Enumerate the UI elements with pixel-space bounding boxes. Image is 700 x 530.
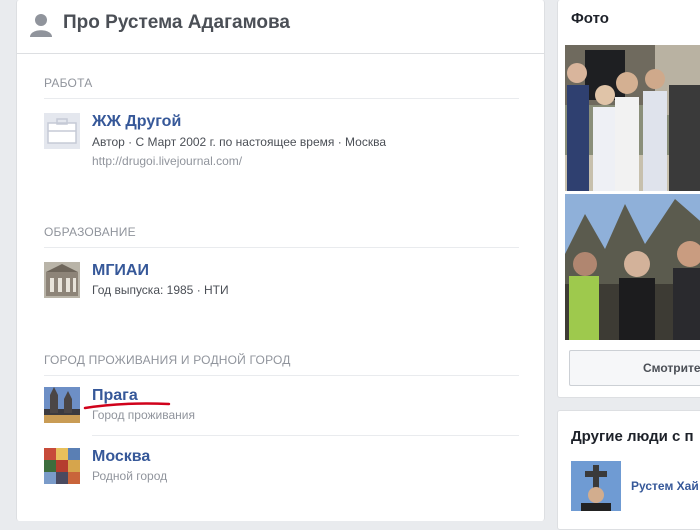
other-people-heading: Другие люди с п xyxy=(571,428,694,445)
photos-heading[interactable]: Фото xyxy=(571,10,609,27)
page-title: Про Рустема Адагамова xyxy=(63,12,290,33)
about-header: Про Рустема Адагамова xyxy=(17,0,544,54)
see-all-photos-button[interactable]: Смотрите xyxy=(569,350,700,386)
photo-group-park[interactable] xyxy=(565,194,700,340)
education-entry: МГИАИ Год выпуска: 1985 · НТИ xyxy=(44,262,519,302)
person-avatar[interactable] xyxy=(571,461,621,511)
work-section-title: РАБОТА xyxy=(44,76,519,99)
red-underline-annotation xyxy=(83,402,171,410)
person-icon xyxy=(30,14,52,37)
about-card: Про Рустема Адагамова РАБОТА ЖЖ Другой А… xyxy=(16,0,545,521)
photo-group-street[interactable] xyxy=(565,45,700,191)
other-people-card: Другие люди с п Рустем Хай xyxy=(557,410,700,530)
moscow-subtitle: Родной город xyxy=(92,469,168,483)
photos-card: Фото Смотрите xyxy=(557,0,700,398)
work-url-link[interactable]: http://drugoi.livejournal.com/ xyxy=(92,154,242,168)
places-divider xyxy=(92,435,519,436)
education-details: Год выпуска: 1985 · НТИ xyxy=(92,283,229,297)
work-entry: ЖЖ Другой Автор · С Март 2002 г. по наст… xyxy=(44,113,519,173)
moscow-link[interactable]: Москва xyxy=(92,448,150,466)
work-title-link[interactable]: ЖЖ Другой xyxy=(92,113,181,131)
moscow-thumbnail xyxy=(44,448,80,484)
briefcase-icon xyxy=(44,113,80,149)
place-item-moscow: Москва Родной город xyxy=(44,448,519,488)
work-details: Автор · С Март 2002 г. по настоящее врем… xyxy=(92,135,387,149)
education-section-title: ОБРАЗОВАНИЕ xyxy=(44,225,519,248)
prague-thumbnail xyxy=(44,387,80,423)
school-thumbnail xyxy=(44,262,80,298)
person-name-link[interactable]: Рустем Хай xyxy=(631,479,699,493)
places-section-title: ГОРОД ПРОЖИВАНИЯ И РОДНОЙ ГОРОД xyxy=(44,353,519,376)
education-title-link[interactable]: МГИАИ xyxy=(92,262,149,280)
